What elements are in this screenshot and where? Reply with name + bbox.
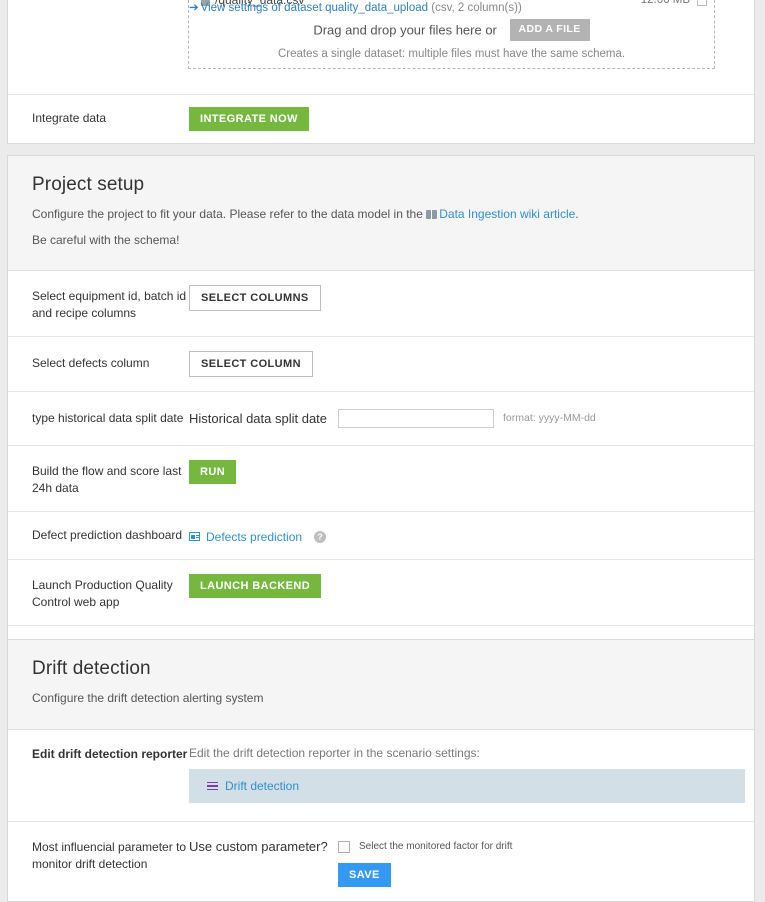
dashboard-icon bbox=[189, 532, 200, 541]
view-dataset-settings-link[interactable]: View settings of dataset quality_data_up… bbox=[201, 2, 428, 14]
save-button[interactable]: SAVE bbox=[338, 863, 391, 887]
select-columns-button[interactable]: SELECT COLUMNS bbox=[189, 285, 321, 311]
split-date-format-hint: format: yyyy-MM-dd bbox=[503, 412, 596, 424]
run-button[interactable]: RUN bbox=[189, 460, 236, 484]
uploaded-file-size: 12.66 MB bbox=[641, 0, 690, 6]
launch-app-label: Launch Production Quality Control web ap… bbox=[32, 574, 189, 611]
integrate-data-body: INTEGRATE NOW bbox=[189, 107, 744, 131]
defects-prediction-link[interactable]: Defects prediction bbox=[206, 530, 302, 544]
data-ingestion-wiki-link[interactable]: Data Ingestion wiki article bbox=[439, 207, 575, 221]
project-setup-desc-suffix: . bbox=[575, 207, 578, 221]
custom-parameter-line: Use custom parameter? Select the monitor… bbox=[189, 839, 744, 854]
add-a-file-button[interactable]: ADD A FILE bbox=[510, 19, 590, 41]
row-select-columns: Select equipment id, batch id and recipe… bbox=[8, 271, 754, 336]
select-columns-label: Select equipment id, batch id and recipe… bbox=[32, 285, 189, 322]
select-defects-column-button[interactable]: SELECT COLUMN bbox=[189, 351, 313, 377]
edit-reporter-label: Edit drift detection reporter bbox=[32, 746, 189, 763]
influential-param-label: Most influencial parameter to monitor dr… bbox=[32, 839, 189, 873]
select-defects-label: Select defects column bbox=[32, 355, 189, 372]
arrow-right-icon: ➔ bbox=[189, 2, 199, 14]
monitored-factor-checkbox[interactable] bbox=[338, 841, 350, 853]
dropzone-instruction: Drag and drop your files here or bbox=[313, 23, 497, 38]
row-build-flow: Build the flow and score last 24h data R… bbox=[8, 445, 754, 511]
row-launch-web-app: Launch Production Quality Control web ap… bbox=[8, 559, 754, 625]
help-icon[interactable]: ? bbox=[314, 531, 326, 543]
dropzone-main-text: Drag and drop your files here or ADD A F… bbox=[189, 19, 714, 41]
build-flow-body: RUN bbox=[189, 460, 744, 484]
edit-reporter-body: Edit the drift detection reporter in the… bbox=[189, 746, 744, 803]
integrate-data-label: Integrate data bbox=[32, 110, 189, 127]
trash-icon[interactable] bbox=[697, 0, 707, 6]
dataset-upload-card: /quality_data.csv 12.66 MB Drag and drop… bbox=[7, 0, 755, 144]
book-icon bbox=[426, 210, 437, 219]
page-root: /quality_data.csv 12.66 MB Drag and drop… bbox=[0, 0, 765, 896]
row-edit-drift-reporter: Edit drift detection reporter Edit the d… bbox=[8, 730, 754, 821]
row-historical-split-date: type historical data split date Historic… bbox=[8, 391, 754, 445]
row-defect-prediction-dashboard: Defect prediction dashboard Defects pred… bbox=[8, 511, 754, 559]
split-date-body: Historical data split date format: yyyy-… bbox=[189, 409, 744, 428]
monitored-factor-caption: Select the monitored factor for drift bbox=[359, 841, 512, 852]
launch-app-body: LAUNCH BACKEND bbox=[189, 574, 744, 598]
project-setup-header: Project setup Configure the project to f… bbox=[8, 156, 754, 271]
dropzone-hint: Creates a single dataset: multiple files… bbox=[189, 48, 714, 60]
uploaded-file-meta: 12.66 MB bbox=[641, 0, 707, 6]
edit-reporter-note: Edit the drift detection reporter in the… bbox=[189, 746, 744, 760]
influential-param-body: Use custom parameter? Select the monitor… bbox=[189, 839, 744, 887]
row-influential-parameter: Most influencial parameter to monitor dr… bbox=[8, 821, 754, 901]
defect-dashboard-body: Defects prediction ? bbox=[189, 528, 744, 544]
drift-detection-scenario-link[interactable]: Drift detection bbox=[225, 779, 299, 793]
integrate-now-button[interactable]: INTEGRATE NOW bbox=[189, 107, 309, 131]
drift-detection-description: Configure the drift detection alerting s… bbox=[32, 690, 730, 707]
split-date-form-line: Historical data split date format: yyyy-… bbox=[189, 409, 744, 428]
select-columns-body: SELECT COLUMNS bbox=[189, 285, 744, 311]
build-flow-label: Build the flow and score last 24h data bbox=[32, 460, 189, 497]
split-date-field-label: Historical data split date bbox=[189, 411, 338, 426]
project-setup-title: Project setup bbox=[32, 174, 730, 196]
drift-detection-card: Drift detection Configure the drift dete… bbox=[7, 639, 755, 902]
split-date-input[interactable] bbox=[338, 409, 494, 428]
defect-dashboard-label: Defect prediction dashboard bbox=[32, 527, 189, 544]
view-dataset-settings-meta: (csv, 2 column(s)) bbox=[431, 2, 522, 14]
project-setup-desc-prefix: Configure the project to fit your data. … bbox=[32, 207, 426, 221]
list-icon bbox=[207, 782, 218, 791]
row-select-defects-column: Select defects column SELECT COLUMN bbox=[8, 336, 754, 391]
launch-backend-button[interactable]: LAUNCH BACKEND bbox=[189, 574, 321, 598]
drift-detection-title: Drift detection bbox=[32, 658, 730, 680]
select-defects-body: SELECT COLUMN bbox=[189, 351, 744, 377]
custom-parameter-field-label: Use custom parameter? bbox=[189, 839, 338, 854]
scenario-highlight-box: Drift detection bbox=[189, 769, 745, 803]
project-setup-warning: Be careful with the schema! bbox=[32, 232, 730, 249]
save-button-wrap: SAVE bbox=[338, 863, 744, 887]
project-setup-card: Project setup Configure the project to f… bbox=[7, 155, 755, 692]
row-integrate-data: Integrate data INTEGRATE NOW bbox=[8, 94, 754, 143]
drift-detection-header: Drift detection Configure the drift dete… bbox=[8, 640, 754, 730]
split-date-label: type historical data split date bbox=[32, 410, 189, 427]
view-dataset-settings: ➔View settings of dataset quality_data_u… bbox=[189, 0, 522, 14]
project-setup-description: Configure the project to fit your data. … bbox=[32, 206, 730, 223]
